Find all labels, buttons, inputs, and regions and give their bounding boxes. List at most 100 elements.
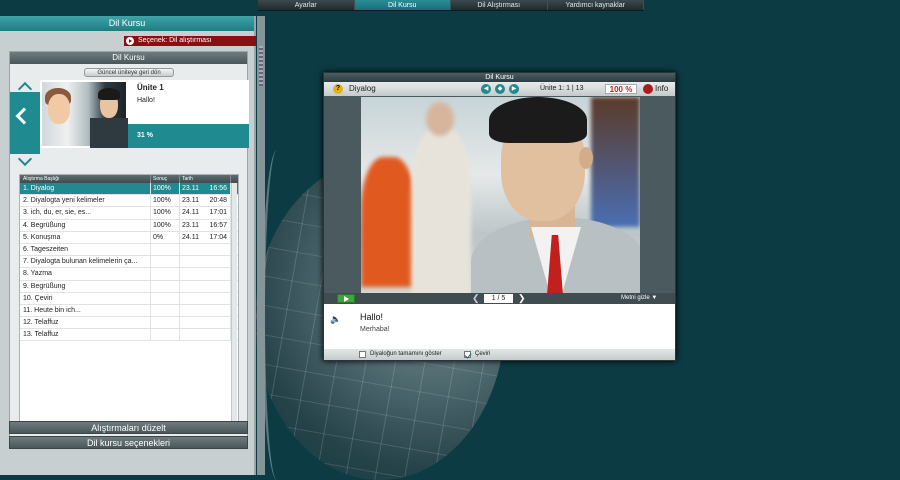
thumb-suit bbox=[90, 118, 128, 148]
table-row[interactable]: 4. Begrüßung 100% 23.11 16:57 bbox=[20, 219, 238, 232]
man-ear bbox=[579, 147, 593, 169]
tab-language-course[interactable]: Dil Kursu bbox=[354, 0, 451, 10]
option-bar[interactable]: Seçenek: Dil alıştırması bbox=[124, 36, 256, 46]
info-label: Info bbox=[655, 84, 669, 93]
row-date bbox=[180, 317, 231, 329]
show-full-dialog-label: Diyaloğun tamamını göster bbox=[370, 351, 442, 357]
row-date-day: 24.11 bbox=[182, 233, 199, 241]
help-icon[interactable]: ? bbox=[333, 84, 343, 94]
table-row[interactable]: 11. Heute bin ich... bbox=[20, 304, 238, 318]
prev-exercise-icon[interactable]: ◀ bbox=[481, 84, 491, 94]
row-title: 13. Telaffuz bbox=[20, 329, 151, 341]
row-date bbox=[180, 292, 231, 304]
table-row[interactable]: 1. Diyalog 100% 23.11 16:56 bbox=[20, 183, 238, 196]
table-row[interactable]: 7. Diyalogta bulunan kelimelerin ça... bbox=[20, 256, 238, 269]
play-audio-button[interactable] bbox=[337, 294, 355, 303]
row-result bbox=[151, 243, 180, 256]
dialog-window: Dil Kursu ? Diyalog ◀ ◆ ▶ Ünite 1: 1 | 1… bbox=[323, 72, 676, 361]
row-date-time: 17:04 bbox=[209, 233, 227, 241]
table-row[interactable]: 2. Diyalogta yeni kelimeler 100% 23.11 20:4… bbox=[20, 195, 238, 208]
page-indicator: 1 / 5 bbox=[484, 294, 513, 303]
row-title: 5. Konuşma bbox=[20, 231, 151, 243]
show-full-dialog-checkbox[interactable] bbox=[359, 351, 366, 358]
translation-label: Çeviri bbox=[475, 351, 491, 357]
row-date bbox=[180, 304, 231, 317]
row-title: 8. Yazma bbox=[20, 268, 151, 280]
man-hair bbox=[489, 97, 587, 143]
unit-counter-label: Ünite 1: bbox=[540, 85, 565, 92]
header-result[interactable]: Sonuç bbox=[151, 175, 180, 183]
background-person bbox=[591, 97, 640, 227]
row-title: 2. Diyalogta yeni kelimeler bbox=[20, 195, 151, 207]
table-row[interactable]: 6. Tageszeiten bbox=[20, 243, 238, 257]
row-date: 24.11 17:04 bbox=[180, 231, 231, 243]
table-row[interactable]: 5. Konuşma 0% 24.11 17:04 bbox=[20, 231, 238, 244]
header-title[interactable]: Alıştırma Başlığı bbox=[20, 175, 151, 183]
dialog-toolbar: ? Diyalog ◀ ◆ ▶ Ünite 1: 1 | 13 100 % In… bbox=[324, 82, 675, 96]
unit-up-arrow-icon[interactable] bbox=[10, 80, 40, 92]
row-title: 9. Begrüßung bbox=[20, 280, 151, 292]
hide-text-toggle[interactable]: Metni gizle ▼ bbox=[621, 293, 657, 304]
unit-down-arrow-icon[interactable] bbox=[10, 154, 40, 166]
table-scrollbar[interactable] bbox=[231, 183, 237, 433]
speaker-icon[interactable]: 🔈 bbox=[330, 314, 342, 324]
prev-page-icon[interactable]: ❮ bbox=[472, 293, 480, 304]
row-result bbox=[151, 317, 180, 329]
row-result: 100% bbox=[151, 207, 180, 219]
row-date: 23.11 16:57 bbox=[180, 219, 231, 231]
unit-progress: 31 % bbox=[128, 124, 249, 148]
table-row[interactable]: 10. Çeviri bbox=[20, 292, 238, 305]
row-title: 3. ich, du, er, sie, es... bbox=[20, 207, 151, 219]
unit-left-arrow-icon[interactable] bbox=[15, 107, 33, 125]
next-exercise-icon[interactable]: ▶ bbox=[509, 84, 519, 94]
row-title: 12. Telaffuz bbox=[20, 317, 151, 329]
table-header: Alıştırma Başlığı Sonuç Tarih bbox=[20, 175, 238, 183]
table-row[interactable]: 12. Telaffuz bbox=[20, 317, 238, 330]
table-row[interactable]: 13. Telaffuz bbox=[20, 329, 238, 342]
row-date-time: 17:01 bbox=[209, 209, 227, 217]
table-row[interactable]: 9. Begrüßung bbox=[20, 280, 238, 293]
edit-exercises-button[interactable]: Alıştırmaları düzelt bbox=[9, 421, 248, 434]
dialog-text: 🔈 Hallo! Merhaba! bbox=[324, 304, 675, 349]
table-row[interactable]: 8. Yazma bbox=[20, 268, 238, 281]
row-title: 4. Begrüßung bbox=[20, 219, 151, 231]
row-date-day: 23.11 bbox=[182, 185, 199, 192]
background-person bbox=[361, 157, 416, 287]
background-person bbox=[411, 127, 471, 293]
row-date: 24.11 17:01 bbox=[180, 207, 231, 219]
info-button[interactable]: Info bbox=[643, 84, 668, 94]
dialog-window-title[interactable]: Dil Kursu bbox=[324, 73, 675, 82]
exercise-label: Diyalog bbox=[349, 84, 376, 93]
row-result bbox=[151, 256, 180, 268]
tab-resources[interactable]: Yardımcı kaynaklar bbox=[547, 0, 644, 10]
chevron-down-icon: ▼ bbox=[651, 295, 658, 301]
table-row[interactable]: 3. ich, du, er, sie, es... 100% 24.11 17:01 bbox=[20, 207, 238, 220]
unit-title: Ünite 1 bbox=[137, 83, 164, 92]
row-title: 6. Tageszeiten bbox=[20, 243, 151, 256]
tab-language-practice[interactable]: Dil Alıştırması bbox=[451, 0, 548, 10]
row-date bbox=[180, 268, 231, 280]
unit-thumbnail[interactable] bbox=[40, 80, 128, 148]
row-date bbox=[180, 280, 231, 292]
left-panel: Dil Kursu Seçenek: Dil alıştırması Dil K… bbox=[0, 16, 256, 475]
info-play-icon bbox=[643, 84, 653, 94]
row-result bbox=[151, 280, 180, 292]
unit-subtitle: Hallo! bbox=[137, 97, 155, 104]
background-person-head bbox=[426, 102, 454, 136]
translation-checkbox[interactable] bbox=[464, 351, 471, 358]
row-title: 1. Diyalog bbox=[20, 183, 151, 195]
next-page-icon[interactable]: ❯ bbox=[518, 293, 526, 304]
option-label: Seçenek: Dil alıştırması bbox=[138, 37, 212, 44]
row-date: 23.11 20:48 bbox=[180, 195, 231, 207]
row-date-time: 16:56 bbox=[209, 185, 227, 192]
panel-resize-handle[interactable] bbox=[257, 16, 265, 475]
back-to-current-unit-button[interactable]: Güncel üniteye geri dön bbox=[84, 68, 174, 77]
header-date[interactable]: Tarih bbox=[180, 175, 231, 183]
course-options-button[interactable]: Dil kursu seçenekleri bbox=[9, 436, 248, 449]
tab-settings[interactable]: Ayarlar bbox=[258, 0, 355, 10]
menu-exercise-icon[interactable]: ◆ bbox=[495, 84, 505, 94]
media-controls: ❮ 1 / 5 ❯ Metni gizle ▼ bbox=[324, 293, 675, 304]
thumb-face bbox=[48, 94, 70, 124]
row-date bbox=[180, 329, 231, 341]
row-date-time: 20:48 bbox=[209, 197, 227, 205]
